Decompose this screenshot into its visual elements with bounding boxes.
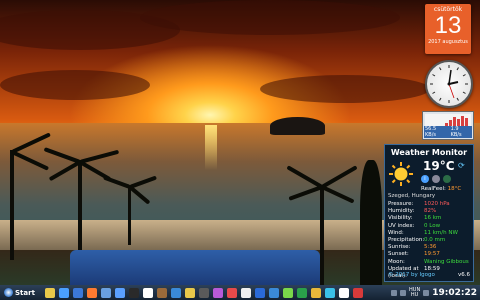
weather-row-key: Visibility:: [388, 215, 413, 222]
calendar-gadget[interactable]: csütörtök 13 2017 augusztus: [425, 4, 471, 54]
wallpaper-island: [270, 117, 325, 135]
taskbar-app-icon[interactable]: [44, 287, 55, 298]
start-button[interactable]: Start: [0, 286, 39, 299]
taskbar-app-icon[interactable]: [296, 287, 307, 298]
taskbar-quick-launch: [44, 287, 363, 298]
weather-title: Weather Monitor: [390, 148, 468, 157]
weather-row-value: Waning Gibbous: [424, 258, 469, 265]
weather-row-value: 0.0 mm: [424, 236, 446, 243]
taskbar-app-icon[interactable]: [240, 287, 251, 298]
weather-row: Precipitation: 0.0 mm: [388, 237, 472, 244]
weather-row: Sunrise: 5:36: [388, 244, 472, 251]
network-up-rate: 1.9 KB/s: [449, 126, 472, 138]
palm-trunk: [10, 150, 14, 260]
palm-trunk: [128, 185, 131, 245]
weather-row-key: Humidity:: [388, 208, 415, 215]
wallpaper-cloud: [0, 70, 150, 100]
taskbar-app-icon[interactable]: [226, 287, 237, 298]
info-icon[interactable]: i: [421, 175, 429, 183]
taskbar-app-icon[interactable]: [86, 287, 97, 298]
weather-row-value: 11 km/h NW: [424, 229, 458, 236]
taskbar-app-icon[interactable]: [184, 287, 195, 298]
weather-row-value: 82%: [424, 208, 437, 215]
wallpaper-sun-reflection: [205, 125, 217, 170]
weather-row-value: 0 Low: [424, 222, 441, 229]
sunny-weather-icon: [389, 162, 413, 186]
weather-row-key: Pressure:: [388, 201, 414, 207]
taskbar-clock[interactable]: 19:02:22: [432, 288, 477, 298]
network-down-rate: 56.5 KB/s: [424, 126, 450, 138]
palm-silhouette: [360, 160, 382, 285]
calendar-day: 13: [434, 12, 462, 39]
taskbar-app-icon[interactable]: [128, 287, 139, 298]
taskbar-app-icon[interactable]: [212, 287, 223, 298]
refresh-icon[interactable]: ⟳: [458, 161, 465, 170]
network-meter-gadget[interactable]: 56.5 KB/s 1.9 KB/s: [422, 111, 474, 140]
weather-row-key: UV index:: [388, 222, 415, 229]
weather-row-key: Precipitation:: [388, 236, 425, 243]
weather-row-value: 16 km: [424, 215, 442, 222]
weather-row-key: Moon:: [388, 258, 405, 265]
taskbar-app-icon[interactable]: [100, 287, 111, 298]
taskbar-app-icon[interactable]: [58, 287, 69, 298]
taskbar-app-icon[interactable]: [254, 287, 265, 298]
taskbar: Start HUN HU 19:02:22: [0, 285, 480, 300]
language-bottom: HU: [410, 291, 419, 298]
taskbar-app-icon[interactable]: [352, 287, 363, 298]
calendar-month-year: 2017 augusztus: [428, 39, 468, 45]
network-tray-icon[interactable]: [391, 289, 398, 296]
weather-version: v6.6: [457, 272, 470, 278]
taskbar-app-icon[interactable]: [198, 287, 209, 298]
start-label: Start: [15, 288, 35, 297]
weather-copyright[interactable]: © 2017 by Igogo: [388, 272, 435, 278]
taskbar-app-icon[interactable]: [142, 287, 153, 298]
wallpaper-cloud: [140, 0, 400, 35]
weather-monitor-gadget[interactable]: Weather Monitor 19°C ⟳ i RealFeel: 18°C …: [384, 144, 474, 282]
weather-row: Wind: 11 km/h NW: [388, 230, 472, 237]
weather-row: Pressure: 1020 hPa: [388, 201, 472, 208]
weather-row-value: 5:36: [424, 244, 437, 251]
clock-gadget[interactable]: [425, 60, 473, 108]
taskbar-app-icon[interactable]: [268, 287, 279, 298]
wallpaper-pool: [70, 250, 320, 285]
taskbar-app-icon[interactable]: [282, 287, 293, 298]
weather-temperature: 19°C: [423, 159, 455, 173]
taskbar-app-icon[interactable]: [324, 287, 335, 298]
clock-face-icon: [430, 65, 468, 103]
language-indicator[interactable]: HUN HU: [409, 287, 420, 298]
weather-row-value: 19:57: [424, 251, 440, 258]
taskbar-app-icon[interactable]: [170, 287, 181, 298]
flag-tray-icon[interactable]: [423, 289, 430, 296]
volume-tray-icon[interactable]: [400, 289, 407, 296]
realfeel-label: RealFeel:: [421, 186, 446, 192]
palm-trunk: [78, 160, 82, 250]
palm-trunk: [320, 185, 324, 285]
weather-realfeel: RealFeel: 18°C: [421, 186, 461, 192]
weather-row: Sunset: 19:57: [388, 251, 472, 258]
moon-phase-icon: [432, 175, 440, 183]
weather-row-value: 1020 hPa: [424, 201, 450, 207]
weather-row: Humidity: 82%: [388, 208, 472, 215]
weather-location: Szeged, Hungary: [388, 193, 436, 199]
taskbar-app-icon[interactable]: [156, 287, 167, 298]
taskbar-app-icon[interactable]: [338, 287, 349, 298]
windows-logo-icon: [4, 288, 13, 297]
weather-row-key: Sunrise:: [388, 244, 411, 251]
weather-details: Pressure: 1020 hPa Humidity: 82% Visibility:…: [388, 201, 472, 279]
globe-icon[interactable]: [443, 175, 451, 183]
realfeel-value: 18°C: [447, 186, 462, 192]
taskbar-app-icon[interactable]: [310, 287, 321, 298]
wallpaper-cloud: [260, 75, 430, 103]
taskbar-app-icon[interactable]: [72, 287, 83, 298]
taskbar-app-icon[interactable]: [114, 287, 125, 298]
weather-row: Visibility: 16 km: [388, 215, 472, 222]
weather-row: UV index: 0 Low: [388, 223, 472, 230]
system-tray: HUN HU 19:02:22: [391, 286, 477, 299]
weather-row-key: Sunset:: [388, 251, 409, 258]
weather-row: Moon: Waning Gibbous: [388, 259, 472, 266]
weather-row-key: Wind:: [388, 229, 404, 236]
